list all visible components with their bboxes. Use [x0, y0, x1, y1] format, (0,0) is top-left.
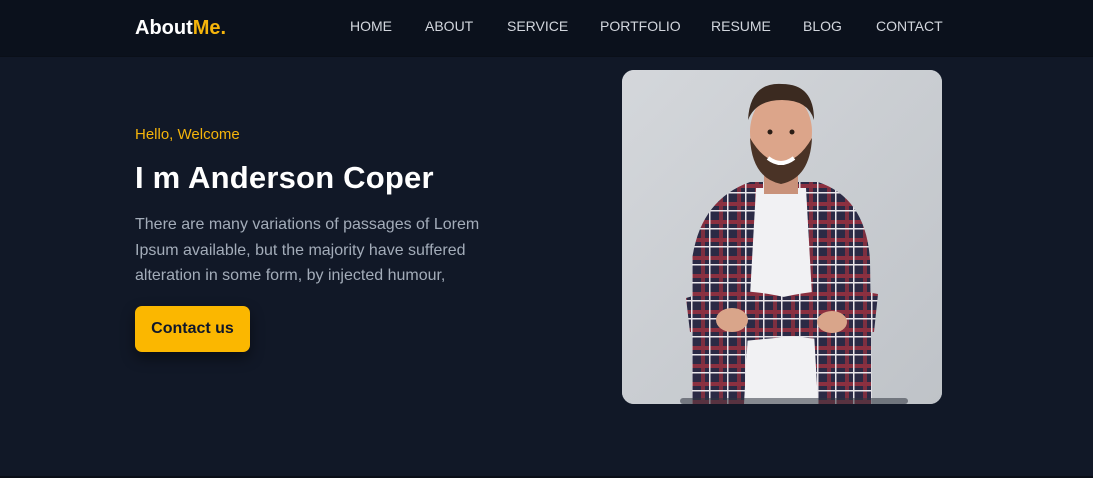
navbar: AboutMe. HOME ABOUT SERVICE PORTFOLIO RE…: [0, 0, 1093, 57]
nav-home[interactable]: HOME: [350, 18, 392, 34]
nav-contact[interactable]: CONTACT: [876, 18, 943, 34]
person-portrait-icon: [622, 70, 942, 404]
brand-name: About: [135, 17, 193, 39]
nav-about[interactable]: ABOUT: [425, 18, 473, 34]
nav-resume[interactable]: RESUME: [711, 18, 771, 34]
nav-service[interactable]: SERVICE: [507, 18, 568, 34]
profile-photo: [622, 70, 942, 404]
brand-accent: Me.: [192, 17, 227, 39]
nav-blog[interactable]: BLOG: [803, 18, 842, 34]
hero-greeting: Hello, Welcome: [135, 126, 240, 143]
hero-title: I m Anderson Coper: [135, 160, 434, 195]
contact-us-button[interactable]: Contact us: [135, 306, 250, 352]
nav-portfolio[interactable]: PORTFOLIO: [600, 18, 681, 34]
hero-description: There are many variations of passages of…: [135, 216, 480, 284]
brand-logo[interactable]: AboutMe.: [135, 17, 226, 40]
